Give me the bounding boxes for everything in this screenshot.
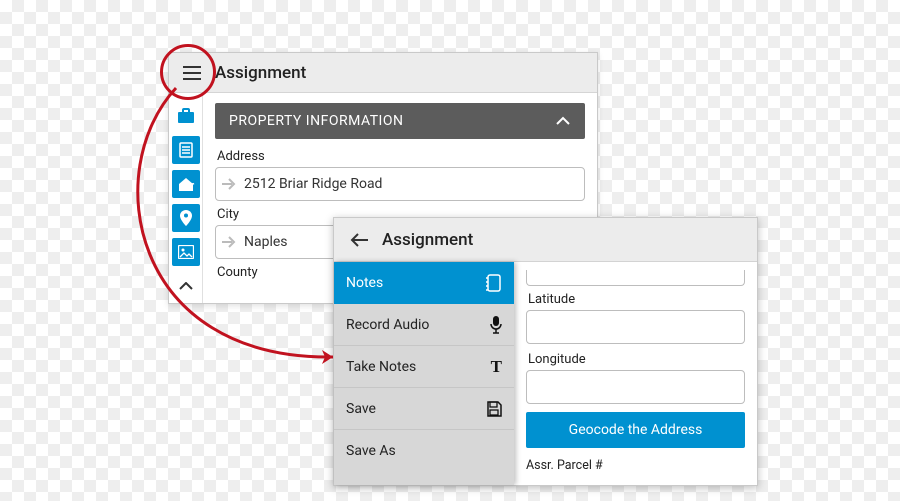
- floppy-icon: [486, 401, 502, 417]
- longitude-label: Longitude: [528, 352, 745, 367]
- geocode-button-label: Geocode the Address: [569, 422, 703, 438]
- text-icon: T: [491, 357, 502, 377]
- drawer-item-save[interactable]: Save: [334, 388, 514, 430]
- section-header-label: PROPERTY INFORMATION: [229, 113, 403, 129]
- rail-item-home[interactable]: [172, 170, 200, 198]
- partial-input-above[interactable]: [526, 270, 745, 286]
- briefcase-icon: [177, 108, 195, 124]
- panel2-titlebar: Assignment: [334, 218, 757, 262]
- rail-item-expand[interactable]: [172, 272, 200, 300]
- panel1-titlebar: Assignment: [169, 53, 597, 93]
- drawer-item-record-audio[interactable]: Record Audio: [334, 304, 514, 346]
- longitude-input[interactable]: [526, 370, 745, 404]
- hamburger-menu-button[interactable]: [179, 60, 205, 86]
- microphone-icon: [490, 316, 502, 334]
- clipboard-icon: [179, 142, 193, 158]
- chevron-up-icon: [179, 282, 193, 290]
- assignment-panel-drawer: Assignment Notes Record Audio Take Notes…: [333, 217, 758, 486]
- image-icon: [178, 245, 194, 259]
- property-info-header[interactable]: PROPERTY INFORMATION: [215, 103, 585, 139]
- map-pin-icon: [180, 210, 192, 226]
- input-arrow-icon: [222, 235, 238, 249]
- drawer-label: Notes: [346, 275, 383, 291]
- drawer-item-save-as[interactable]: Save As: [334, 430, 514, 472]
- arrow-left-icon: [350, 233, 368, 247]
- chevron-up-icon: [555, 116, 571, 126]
- back-button[interactable]: [346, 233, 372, 247]
- rail-item-form[interactable]: [172, 136, 200, 164]
- input-arrow-icon: [222, 177, 238, 191]
- drawer-label: Save As: [346, 443, 396, 459]
- drawer-label: Record Audio: [346, 317, 429, 333]
- panel1-title: Assignment: [215, 63, 306, 83]
- geocode-button[interactable]: Geocode the Address: [526, 412, 745, 448]
- rail-item-briefcase[interactable]: [172, 102, 200, 130]
- home-icon: [177, 176, 195, 192]
- latitude-label: Latitude: [528, 292, 745, 307]
- address-label: Address: [217, 149, 585, 164]
- panel2-right: Latitude Longitude Geocode the Address A…: [514, 262, 757, 485]
- hamburger-icon: [183, 66, 201, 80]
- panel2-title: Assignment: [382, 230, 473, 250]
- notebook-icon: [486, 274, 502, 292]
- latitude-input[interactable]: [526, 310, 745, 344]
- drawer-menu: Notes Record Audio Take Notes T Save: [334, 262, 514, 485]
- drawer-label: Take Notes: [346, 359, 416, 375]
- rail-item-image[interactable]: [172, 238, 200, 266]
- address-value: 2512 Briar Ridge Road: [244, 176, 578, 192]
- address-input[interactable]: 2512 Briar Ridge Road: [215, 167, 585, 201]
- parcel-label: Assr. Parcel #: [526, 458, 745, 473]
- drawer-label: Save: [346, 401, 376, 417]
- drawer-item-take-notes[interactable]: Take Notes T: [334, 346, 514, 388]
- side-rail: [169, 93, 203, 303]
- rail-item-location[interactable]: [172, 204, 200, 232]
- drawer-item-notes[interactable]: Notes: [334, 262, 514, 304]
